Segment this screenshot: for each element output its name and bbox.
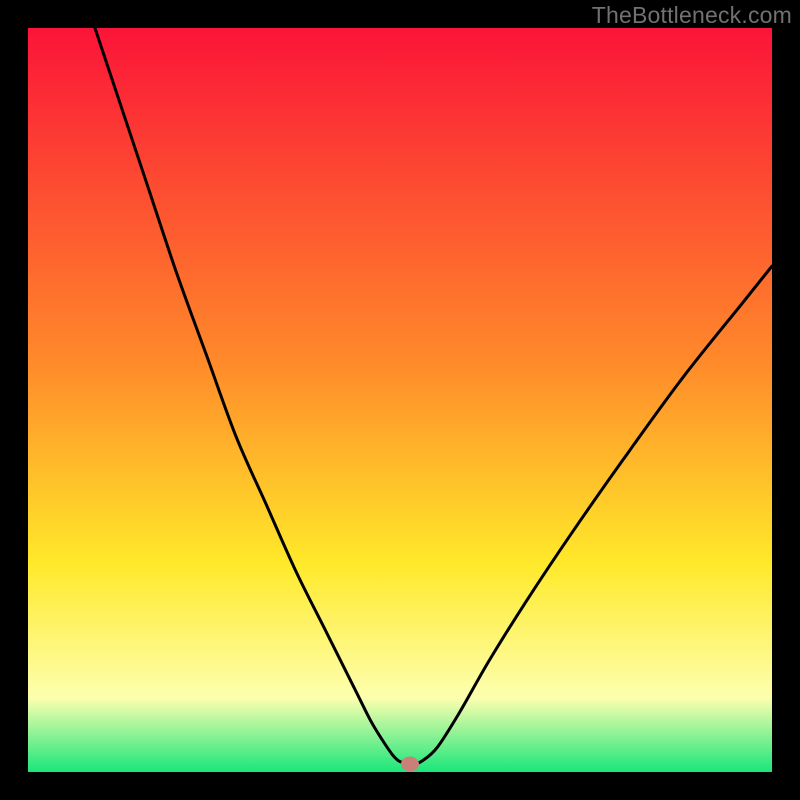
watermark-text: TheBottleneck.com [592,2,792,29]
plot-area [28,28,772,772]
bottleneck-curve [28,28,772,772]
optimal-point-marker [401,756,419,771]
chart-frame: TheBottleneck.com [0,0,800,800]
